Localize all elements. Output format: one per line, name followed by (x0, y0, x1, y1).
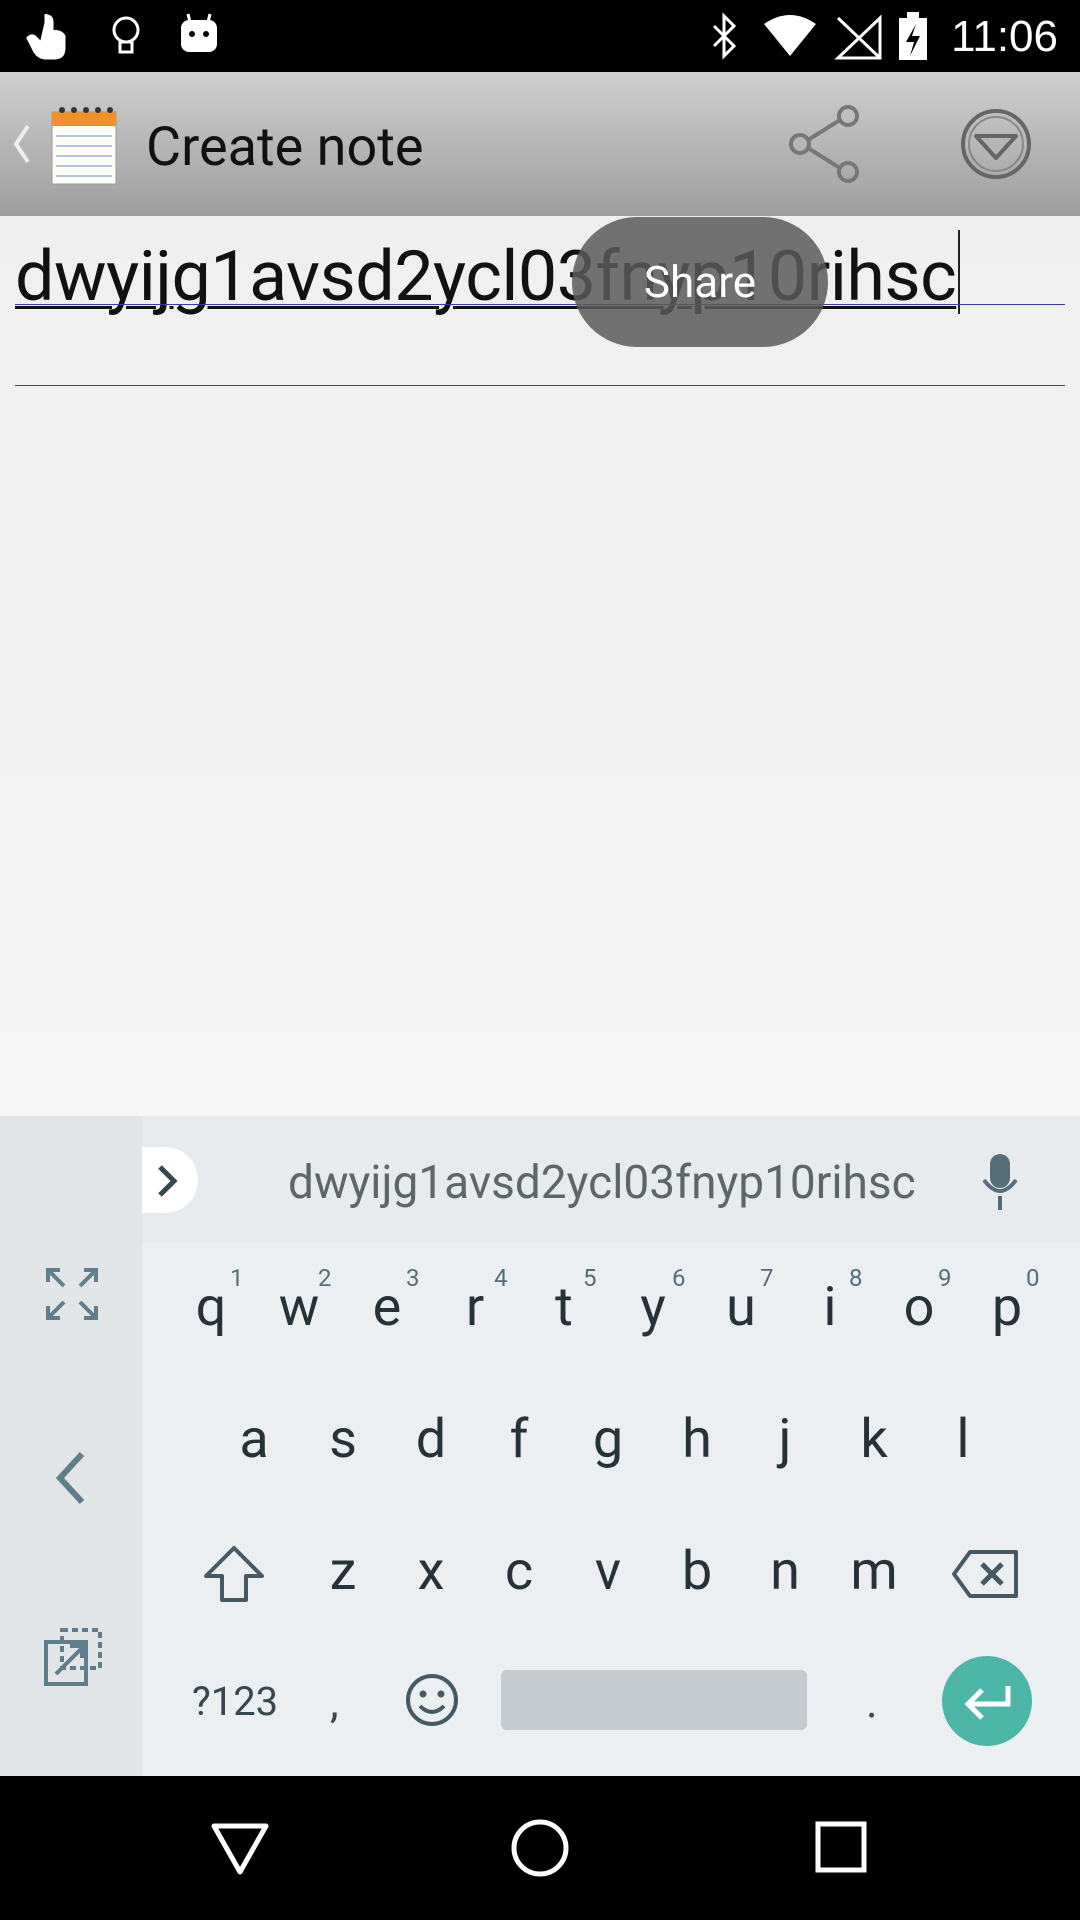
cellular-signal-icon (834, 14, 882, 60)
action-bar: Create note (0, 72, 1080, 216)
status-time: 11:06 (951, 12, 1058, 61)
key-g[interactable]: g (568, 1408, 648, 1471)
key-hint: 3 (406, 1264, 420, 1292)
keyboard-side-panel (0, 1116, 142, 1776)
key-s[interactable]: s (303, 1408, 383, 1471)
share-icon (789, 105, 859, 183)
wifi-icon (764, 15, 816, 56)
microphone-icon[interactable] (980, 1152, 1020, 1212)
overflow-menu-button[interactable] (944, 94, 1048, 194)
shift-icon[interactable] (202, 1544, 266, 1604)
back-nav-icon[interactable] (210, 1820, 270, 1876)
symbols-key[interactable]: ?123 (180, 1678, 290, 1725)
ruled-line (15, 385, 1065, 386)
key-period[interactable]: . (866, 1676, 878, 1728)
suggestion-word[interactable]: dwyijg1avsd2ycl03fnyp10rihsc (288, 1156, 916, 1210)
undock-keyboard-icon[interactable] (42, 1626, 104, 1690)
fullscreen-icon[interactable] (44, 1266, 100, 1322)
key-hint: 0 (1026, 1264, 1040, 1292)
enter-icon (964, 1686, 1011, 1720)
key-hint: 1 (230, 1264, 244, 1292)
backspace-icon[interactable] (950, 1548, 1020, 1600)
key-h[interactable]: h (657, 1408, 737, 1471)
chevron-left-icon[interactable] (50, 1450, 90, 1506)
chevron-right-icon (158, 1165, 178, 1197)
battery-charging-icon (899, 12, 927, 60)
bluetooth-icon (712, 12, 737, 60)
page-title: Create note (146, 116, 424, 179)
navigation-bar (0, 1776, 1080, 1920)
note-editor[interactable]: dwyijg1avsd2ycl03fnyp10rihsc (0, 216, 1080, 1116)
key-f[interactable]: f (479, 1408, 559, 1471)
key-hint: 9 (938, 1264, 952, 1292)
key-n[interactable]: n (745, 1540, 825, 1603)
key-x[interactable]: x (391, 1540, 471, 1603)
home-nav-icon[interactable] (508, 1816, 572, 1880)
dropdown-circle-icon (961, 109, 1031, 179)
expand-suggestions-button[interactable] (142, 1147, 198, 1213)
key-k[interactable]: k (834, 1408, 914, 1471)
key-b[interactable]: b (657, 1540, 737, 1603)
key-comma[interactable]: , (330, 1676, 339, 1728)
key-hint: 5 (583, 1264, 597, 1292)
suggestion-strip: dwyijg1avsd2ycl03fnyp10rihsc (142, 1116, 1080, 1243)
back-button[interactable] (0, 72, 130, 216)
soft-keyboard: dwyijg1avsd2ycl03fnyp10rihsc q 1 w 2 e 3… (0, 1116, 1080, 1776)
recents-nav-icon[interactable] (814, 1820, 868, 1874)
ruled-line (15, 304, 1065, 305)
status-bar: 11:06 (0, 0, 1080, 72)
bulb-icon (112, 16, 140, 54)
key-v[interactable]: v (568, 1540, 648, 1603)
key-hint: 4 (494, 1264, 508, 1292)
key-hint: 7 (760, 1264, 774, 1292)
share-button[interactable] (768, 94, 878, 194)
enter-button[interactable] (942, 1656, 1032, 1746)
touch-icon (26, 14, 66, 60)
key-hint: 2 (318, 1264, 332, 1292)
key-d[interactable]: d (391, 1408, 471, 1471)
space-bar[interactable] (501, 1670, 807, 1730)
android-icon (181, 13, 217, 52)
emoji-icon[interactable] (404, 1672, 460, 1728)
share-tooltip: Share (572, 217, 828, 347)
key-a[interactable]: a (214, 1408, 294, 1471)
key-hint: 8 (849, 1264, 863, 1292)
chevron-left-icon (13, 124, 30, 164)
key-c[interactable]: c (479, 1540, 559, 1603)
key-m[interactable]: m (834, 1540, 914, 1603)
notepad-app-icon (51, 107, 117, 185)
key-z[interactable]: z (303, 1540, 383, 1603)
key-j[interactable]: j (745, 1408, 825, 1471)
text-cursor (958, 230, 960, 314)
key-hint: 6 (672, 1264, 686, 1292)
key-l[interactable]: l (923, 1408, 1003, 1471)
